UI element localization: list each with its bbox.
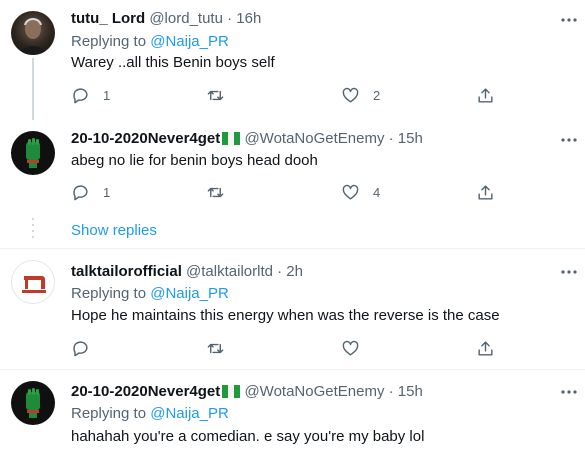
user-handle[interactable]: @WotaNoGetEnemy xyxy=(244,130,384,147)
reply-button[interactable] xyxy=(71,338,90,358)
avatar[interactable] xyxy=(11,131,55,175)
nigeria-flag-icon xyxy=(222,385,241,398)
reply-count: 1 xyxy=(103,184,111,200)
more-options-button[interactable] xyxy=(559,382,579,402)
more-options-button[interactable] xyxy=(559,130,579,150)
tweet-text: Hope he maintains this energy when was t… xyxy=(71,307,500,324)
share-button[interactable] xyxy=(476,338,495,358)
reply-button[interactable]: 1 xyxy=(71,182,110,202)
more-options-button[interactable] xyxy=(559,262,579,282)
raised-fist-logo-icon xyxy=(26,388,40,418)
tweet-actions xyxy=(71,338,501,358)
reply-button[interactable]: 1 xyxy=(71,85,110,105)
retweet-button[interactable] xyxy=(206,338,225,358)
raised-fist-logo-icon xyxy=(26,138,40,168)
like-button[interactable]: 2 xyxy=(341,85,380,105)
tweet-header: 20-10-2020Never4get @WotaNoGetEnemy · 15… xyxy=(71,382,423,402)
tweet[interactable]: 20-10-2020Never4get @WotaNoGetEnemy · 15… xyxy=(0,370,585,454)
tweet-header: talktailorofficial @talktailorltd · 2h xyxy=(71,262,303,282)
tweet-text: Warey ..all this Benin boys self xyxy=(71,54,275,71)
user-handle[interactable]: @lord_tutu xyxy=(149,10,223,27)
timestamp[interactable]: · 15h xyxy=(389,383,423,400)
timestamp[interactable]: · 15h xyxy=(389,130,423,147)
retweet-button[interactable] xyxy=(206,85,238,105)
nigeria-flag-icon xyxy=(222,132,241,145)
more-options-button[interactable] xyxy=(559,10,579,30)
heart-icon xyxy=(342,87,359,103)
replying-to-label: Replying to xyxy=(71,33,147,50)
reply-icon xyxy=(73,184,88,200)
user-handle[interactable]: @WotaNoGetEnemy xyxy=(244,383,384,400)
avatar[interactable] xyxy=(11,260,55,304)
thread-line xyxy=(32,58,34,120)
more-dots-icon xyxy=(561,270,577,274)
replying-to: Replying to @Naija_PR xyxy=(71,404,229,424)
display-name[interactable]: 20-10-2020Never4get xyxy=(71,383,220,400)
heart-icon xyxy=(342,184,359,200)
portrait-photo-icon xyxy=(19,18,47,55)
share-icon xyxy=(478,87,493,103)
replying-to: Replying to @Naija_PR xyxy=(71,32,229,52)
share-icon xyxy=(478,340,493,356)
show-replies-link[interactable]: Show replies xyxy=(71,221,157,241)
more-dots-icon xyxy=(561,138,577,142)
share-icon xyxy=(478,184,493,200)
like-button[interactable]: 4 xyxy=(341,182,380,202)
timestamp[interactable]: · 16h xyxy=(227,10,261,27)
retweet-icon xyxy=(207,187,224,197)
tweet[interactable]: tutu_ Lord @lord_tutu · 16h Replying to … xyxy=(0,0,585,120)
retweet-icon xyxy=(207,90,224,100)
tweet[interactable]: talktailorofficial @talktailorltd · 2h R… xyxy=(0,249,585,369)
tweet-header: tutu_ Lord @lord_tutu · 16h xyxy=(71,9,261,29)
tweet-header: 20-10-2020Never4get @WotaNoGetEnemy · 15… xyxy=(71,129,423,149)
like-count: 4 xyxy=(373,184,381,200)
like-button[interactable] xyxy=(341,338,360,358)
more-dots-icon xyxy=(561,390,577,394)
reply-icon xyxy=(73,340,88,356)
reply-icon xyxy=(73,87,88,103)
user-handle[interactable]: @talktailorltd xyxy=(186,263,273,280)
replying-to-handle[interactable]: @Naija_PR xyxy=(150,405,229,422)
thread-dots xyxy=(32,218,34,238)
replying-to-label: Replying to xyxy=(71,405,147,422)
like-count: 2 xyxy=(373,87,381,103)
replying-to-handle[interactable]: @Naija_PR xyxy=(150,285,229,302)
share-button[interactable] xyxy=(476,85,495,105)
timestamp[interactable]: · 2h xyxy=(277,263,303,280)
replying-to: Replying to @Naija_PR xyxy=(71,284,229,304)
tweet-text: abeg no lie for benin boys head dooh xyxy=(71,152,318,169)
share-button[interactable] xyxy=(476,182,495,202)
replying-to-label: Replying to xyxy=(71,285,147,302)
heart-icon xyxy=(342,340,359,356)
tweet-actions: 1 2 xyxy=(71,85,501,105)
tweet-actions: 1 4 xyxy=(71,182,501,202)
avatar[interactable] xyxy=(11,381,55,425)
retweet-icon xyxy=(207,343,224,353)
tweet[interactable]: 20-10-2020Never4get @WotaNoGetEnemy · 15… xyxy=(0,120,585,248)
avatar[interactable] xyxy=(11,11,55,55)
display-name[interactable]: tutu_ Lord xyxy=(71,10,145,27)
more-dots-icon xyxy=(561,18,577,22)
display-name[interactable]: 20-10-2020Never4get xyxy=(71,130,220,147)
reply-count: 1 xyxy=(103,87,111,103)
display-name[interactable]: talktailorofficial xyxy=(71,263,182,280)
sewing-machine-logo-icon xyxy=(22,276,46,293)
retweet-button[interactable] xyxy=(206,182,238,202)
replying-to-handle[interactable]: @Naija_PR xyxy=(150,33,229,50)
tweet-text: hahahah you're a comedian. e say you're … xyxy=(71,428,425,445)
